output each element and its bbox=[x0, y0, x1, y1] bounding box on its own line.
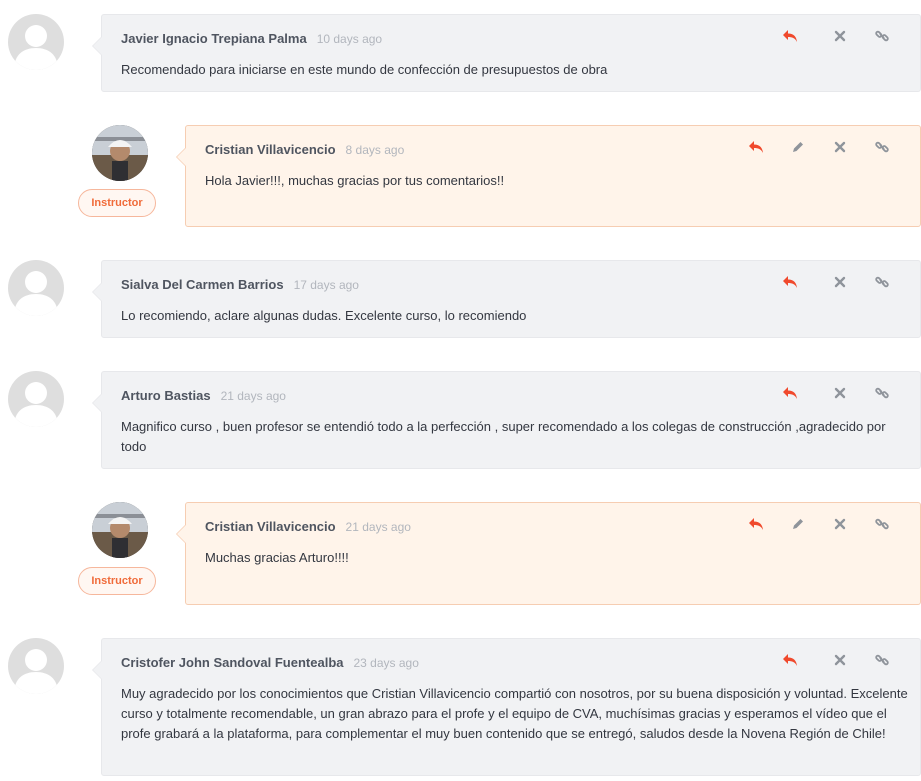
reply-icon[interactable] bbox=[780, 383, 800, 403]
close-icon[interactable] bbox=[830, 383, 850, 403]
user-avatar[interactable] bbox=[8, 14, 64, 70]
close-icon[interactable] bbox=[830, 26, 850, 46]
link-icon[interactable] bbox=[872, 272, 892, 292]
comment-actions bbox=[746, 137, 900, 159]
comment-author[interactable]: Javier Ignacio Trepiana Palma bbox=[121, 31, 307, 46]
comment-header: Cristofer John Sandoval Fuentealba 23 day… bbox=[121, 654, 419, 672]
reply-icon[interactable] bbox=[780, 26, 800, 46]
comment-time[interactable]: 21 days ago bbox=[346, 520, 411, 534]
user-avatar[interactable] bbox=[8, 638, 64, 694]
comment-author[interactable]: Cristian Villavicencio bbox=[205, 519, 336, 534]
comment-header: Arturo Bastias 21 days ago bbox=[121, 387, 286, 405]
close-icon[interactable] bbox=[830, 137, 850, 157]
comment-bubble: Cristian Villavicencio 8 days ago Hola Ja… bbox=[176, 125, 921, 227]
link-icon[interactable] bbox=[872, 26, 892, 46]
user-avatar[interactable] bbox=[8, 371, 64, 427]
close-icon[interactable] bbox=[830, 514, 850, 534]
comment-text: Muchas gracias Arturo!!!! bbox=[205, 550, 349, 565]
reply-icon[interactable] bbox=[780, 272, 800, 292]
link-icon[interactable] bbox=[872, 514, 892, 534]
comment-author[interactable]: Sialva Del Carmen Barrios bbox=[121, 277, 284, 292]
comment-bubble: Cristofer John Sandoval Fuentealba 23 day… bbox=[92, 638, 921, 776]
comment-list: Javier Ignacio Trepiana Palma 10 days ago… bbox=[0, 0, 921, 781]
comment-actions bbox=[780, 650, 900, 672]
comment-text: Lo recomiendo, aclare algunas dudas. Exc… bbox=[121, 308, 527, 323]
comment-author[interactable]: Cristian Villavicencio bbox=[205, 142, 336, 157]
comment-actions bbox=[780, 26, 900, 48]
instructor-badge: Instructor bbox=[78, 567, 156, 595]
comment-author[interactable]: Cristofer John Sandoval Fuentealba bbox=[121, 655, 344, 670]
comment-text: Muy agradecido por los conocimientos que… bbox=[121, 686, 908, 741]
comment-bubble: Sialva Del Carmen Barrios 17 days ago Lo … bbox=[92, 260, 921, 338]
instructor-badge: Instructor bbox=[78, 189, 156, 217]
pencil-icon[interactable] bbox=[788, 514, 808, 534]
comment-time[interactable]: 17 days ago bbox=[294, 278, 359, 292]
comment-header: Sialva Del Carmen Barrios 17 days ago bbox=[121, 276, 359, 294]
pencil-icon[interactable] bbox=[788, 137, 808, 157]
comment-header: Javier Ignacio Trepiana Palma 10 days ago bbox=[121, 30, 382, 48]
comment-actions bbox=[780, 383, 900, 405]
comment-bubble: Cristian Villavicencio 21 days ago Muchas… bbox=[176, 502, 921, 605]
link-icon[interactable] bbox=[872, 137, 892, 157]
comment-bubble: Javier Ignacio Trepiana Palma 10 days ago… bbox=[92, 14, 921, 92]
comment-header: Cristian Villavicencio 21 days ago bbox=[205, 518, 411, 536]
reply-icon[interactable] bbox=[780, 650, 800, 670]
comment-header: Cristian Villavicencio 8 days ago bbox=[205, 141, 404, 159]
comment-actions bbox=[780, 272, 900, 294]
comment-text: Magnifico curso , buen profesor se enten… bbox=[121, 419, 886, 454]
instructor-avatar[interactable] bbox=[92, 125, 148, 181]
user-avatar[interactable] bbox=[8, 260, 64, 316]
close-icon[interactable] bbox=[830, 650, 850, 670]
comment-bubble: Arturo Bastias 21 days ago Magnifico curs… bbox=[92, 371, 921, 469]
link-icon[interactable] bbox=[872, 650, 892, 670]
reply-icon[interactable] bbox=[746, 514, 766, 534]
link-icon[interactable] bbox=[872, 383, 892, 403]
close-icon[interactable] bbox=[830, 272, 850, 292]
comment-time[interactable]: 23 days ago bbox=[354, 656, 419, 670]
comment-time[interactable]: 10 days ago bbox=[317, 32, 382, 46]
comment-author[interactable]: Arturo Bastias bbox=[121, 388, 211, 403]
comment-text: Recomendado para iniciarse en este mundo… bbox=[121, 62, 608, 77]
comment-time[interactable]: 21 days ago bbox=[221, 389, 286, 403]
instructor-avatar[interactable] bbox=[92, 502, 148, 558]
comment-time[interactable]: 8 days ago bbox=[346, 143, 405, 157]
reply-icon[interactable] bbox=[746, 137, 766, 157]
comment-text: Hola Javier!!!, muchas gracias por tus c… bbox=[205, 173, 505, 188]
comment-actions bbox=[746, 514, 900, 536]
